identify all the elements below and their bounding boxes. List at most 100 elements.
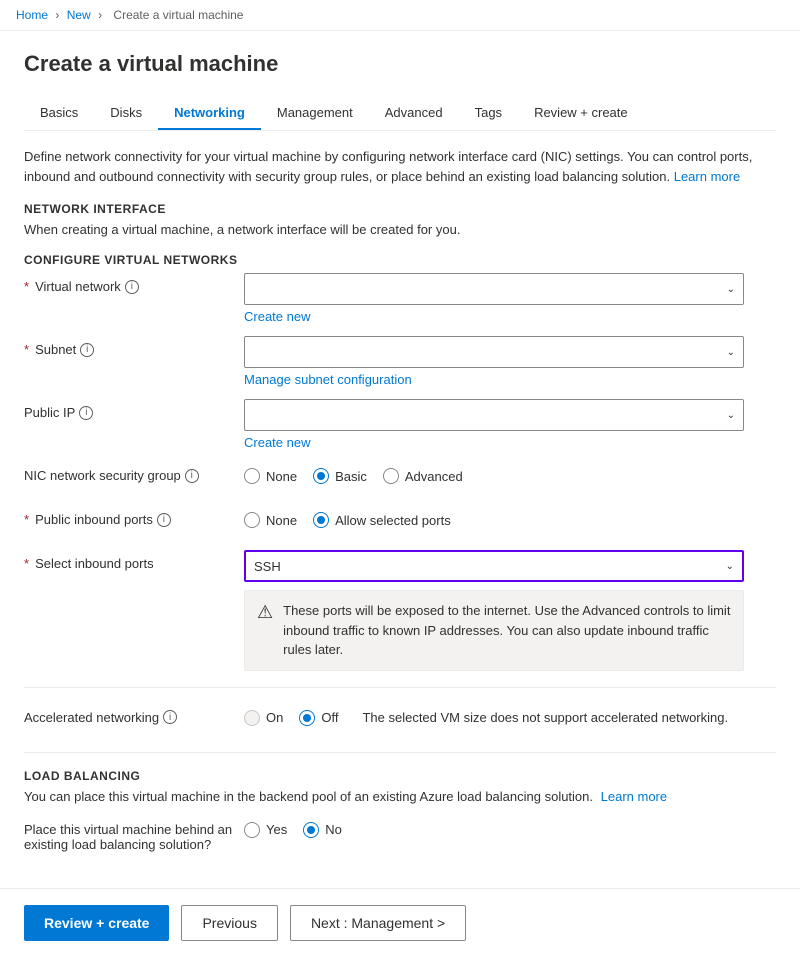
virtual-network-chevron: ⌄ <box>727 284 735 295</box>
warning-icon: ⚠ <box>257 602 273 660</box>
select-inbound-ports-dropdown[interactable]: SSH ⌄ <box>244 550 744 582</box>
nic-security-info-icon[interactable]: i <box>185 469 199 483</box>
nic-security-advanced-radio[interactable] <box>383 468 399 484</box>
accelerated-networking-info-icon[interactable]: i <box>163 710 177 724</box>
load-balancing-no-label: No <box>325 822 342 837</box>
tab-disks[interactable]: Disks <box>94 97 158 130</box>
accelerated-networking-off-option[interactable]: Off <box>299 710 338 726</box>
public-inbound-radio-group: None Allow selected ports <box>244 506 776 528</box>
accelerated-networking-on-option[interactable]: On <box>244 710 283 726</box>
select-inbound-ports-row: * Select inbound ports SSH ⌄ ⚠ These por… <box>24 550 776 671</box>
public-inbound-allow-label: Allow selected ports <box>335 513 451 528</box>
select-inbound-ports-control: SSH ⌄ ⚠ These ports will be exposed to t… <box>244 550 776 671</box>
divider-2 <box>24 752 776 753</box>
public-inbound-none-label: None <box>266 513 297 528</box>
public-inbound-info-icon[interactable]: i <box>157 513 171 527</box>
load-balancing-yes-radio[interactable] <box>244 822 260 838</box>
breadcrumb-new[interactable]: New <box>67 8 91 22</box>
tab-networking[interactable]: Networking <box>158 97 261 130</box>
previous-button[interactable]: Previous <box>181 905 277 941</box>
public-ip-chevron: ⌄ <box>727 410 735 421</box>
load-balancing-header: LOAD BALANCING <box>24 769 776 783</box>
virtual-network-label: * Virtual network i <box>24 273 244 294</box>
subnet-control: ⌄ Manage subnet configuration <box>244 336 776 387</box>
load-balancing-no-option[interactable]: No <box>303 822 342 838</box>
footer: Review + create Previous Next : Manageme… <box>0 888 800 957</box>
warning-box: ⚠ These ports will be exposed to the int… <box>244 590 744 671</box>
public-inbound-allow-option[interactable]: Allow selected ports <box>313 512 451 528</box>
nic-security-basic-label: Basic <box>335 469 367 484</box>
public-inbound-none-option[interactable]: None <box>244 512 297 528</box>
select-inbound-ports-value: SSH <box>254 559 281 574</box>
accelerated-networking-row: Accelerated networking i On Off The sele… <box>24 704 776 736</box>
accelerated-networking-note: The selected VM size does not support ac… <box>362 710 728 725</box>
virtual-network-row: * Virtual network i ⌄ Create new <box>24 273 776 324</box>
tab-tags[interactable]: Tags <box>459 97 518 130</box>
subnet-info-icon[interactable]: i <box>80 343 94 357</box>
public-inbound-allow-radio[interactable] <box>313 512 329 528</box>
virtual-network-info-icon[interactable]: i <box>125 280 139 294</box>
required-star: * <box>24 279 29 294</box>
breadcrumb-current: Create a virtual machine <box>113 8 243 22</box>
required-star-ports: * <box>24 512 29 527</box>
create-new-vnet-link[interactable]: Create new <box>244 309 776 324</box>
public-inbound-none-radio[interactable] <box>244 512 260 528</box>
next-button[interactable]: Next : Management > <box>290 905 466 941</box>
tab-basics[interactable]: Basics <box>24 97 94 130</box>
nic-security-radio-group: None Basic Advanced <box>244 462 776 484</box>
tab-review-create[interactable]: Review + create <box>518 97 644 130</box>
divider-1 <box>24 687 776 688</box>
learn-more-link[interactable]: Learn more <box>674 169 740 184</box>
nic-security-none-label: None <box>266 469 297 484</box>
subnet-label: * Subnet i <box>24 336 244 357</box>
nic-security-group-label: NIC network security group i <box>24 462 244 483</box>
load-balancing-radio-group: Yes No <box>244 816 776 838</box>
main-content: Create a virtual machine Basics Disks Ne… <box>0 31 800 888</box>
nic-security-advanced-label: Advanced <box>405 469 463 484</box>
accelerated-networking-on-radio[interactable] <box>244 710 260 726</box>
manage-subnet-link[interactable]: Manage subnet configuration <box>244 372 776 387</box>
public-ip-dropdown[interactable]: ⌄ <box>244 399 744 431</box>
public-inbound-ports-control: None Allow selected ports <box>244 506 776 528</box>
load-balancing-no-radio[interactable] <box>303 822 319 838</box>
accelerated-networking-off-radio[interactable] <box>299 710 315 726</box>
review-create-button[interactable]: Review + create <box>24 905 169 941</box>
tab-bar: Basics Disks Networking Management Advan… <box>24 97 776 131</box>
load-balancing-yes-label: Yes <box>266 822 287 837</box>
nic-security-basic-option[interactable]: Basic <box>313 468 367 484</box>
required-star-subnet: * <box>24 342 29 357</box>
load-balancing-yes-option[interactable]: Yes <box>244 822 287 838</box>
network-interface-desc: When creating a virtual machine, a netwo… <box>24 222 776 237</box>
page-wrapper: Home › New › Create a virtual machine Cr… <box>0 0 800 957</box>
public-inbound-ports-label: * Public inbound ports i <box>24 506 244 527</box>
breadcrumb-home[interactable]: Home <box>16 8 48 22</box>
accelerated-networking-on-label: On <box>266 710 283 725</box>
breadcrumb: Home › New › Create a virtual machine <box>0 0 800 31</box>
nic-security-none-radio[interactable] <box>244 468 260 484</box>
accelerated-networking-control: On Off The selected VM size does not sup… <box>244 704 776 726</box>
select-inbound-chevron: ⌄ <box>726 561 734 572</box>
virtual-network-dropdown[interactable]: ⌄ <box>244 273 744 305</box>
network-interface-header: NETWORK INTERFACE <box>24 202 776 216</box>
nic-security-advanced-option[interactable]: Advanced <box>383 468 463 484</box>
tab-management[interactable]: Management <box>261 97 369 130</box>
required-star-inbound: * <box>24 556 29 571</box>
page-title: Create a virtual machine <box>24 51 776 77</box>
subnet-dropdown[interactable]: ⌄ <box>244 336 744 368</box>
nic-security-basic-radio[interactable] <box>313 468 329 484</box>
public-ip-info-icon[interactable]: i <box>79 406 93 420</box>
load-balancing-learn-more[interactable]: Learn more <box>601 789 667 804</box>
configure-vnet-header: CONFIGURE VIRTUAL NETWORKS <box>24 253 776 267</box>
load-balancing-option-control: Yes No <box>244 816 776 838</box>
accelerated-networking-label: Accelerated networking i <box>24 704 244 725</box>
load-balancing-option-label: Place this virtual machine behind an exi… <box>24 816 244 852</box>
public-ip-label: Public IP i <box>24 399 244 420</box>
create-new-ip-link[interactable]: Create new <box>244 435 776 450</box>
virtual-network-control: ⌄ Create new <box>244 273 776 324</box>
select-inbound-ports-label: * Select inbound ports <box>24 550 244 571</box>
warning-text: These ports will be exposed to the inter… <box>283 601 731 660</box>
spacer <box>24 864 776 888</box>
tab-advanced[interactable]: Advanced <box>369 97 459 130</box>
public-inbound-ports-row: * Public inbound ports i None Allow sele… <box>24 506 776 538</box>
nic-security-none-option[interactable]: None <box>244 468 297 484</box>
